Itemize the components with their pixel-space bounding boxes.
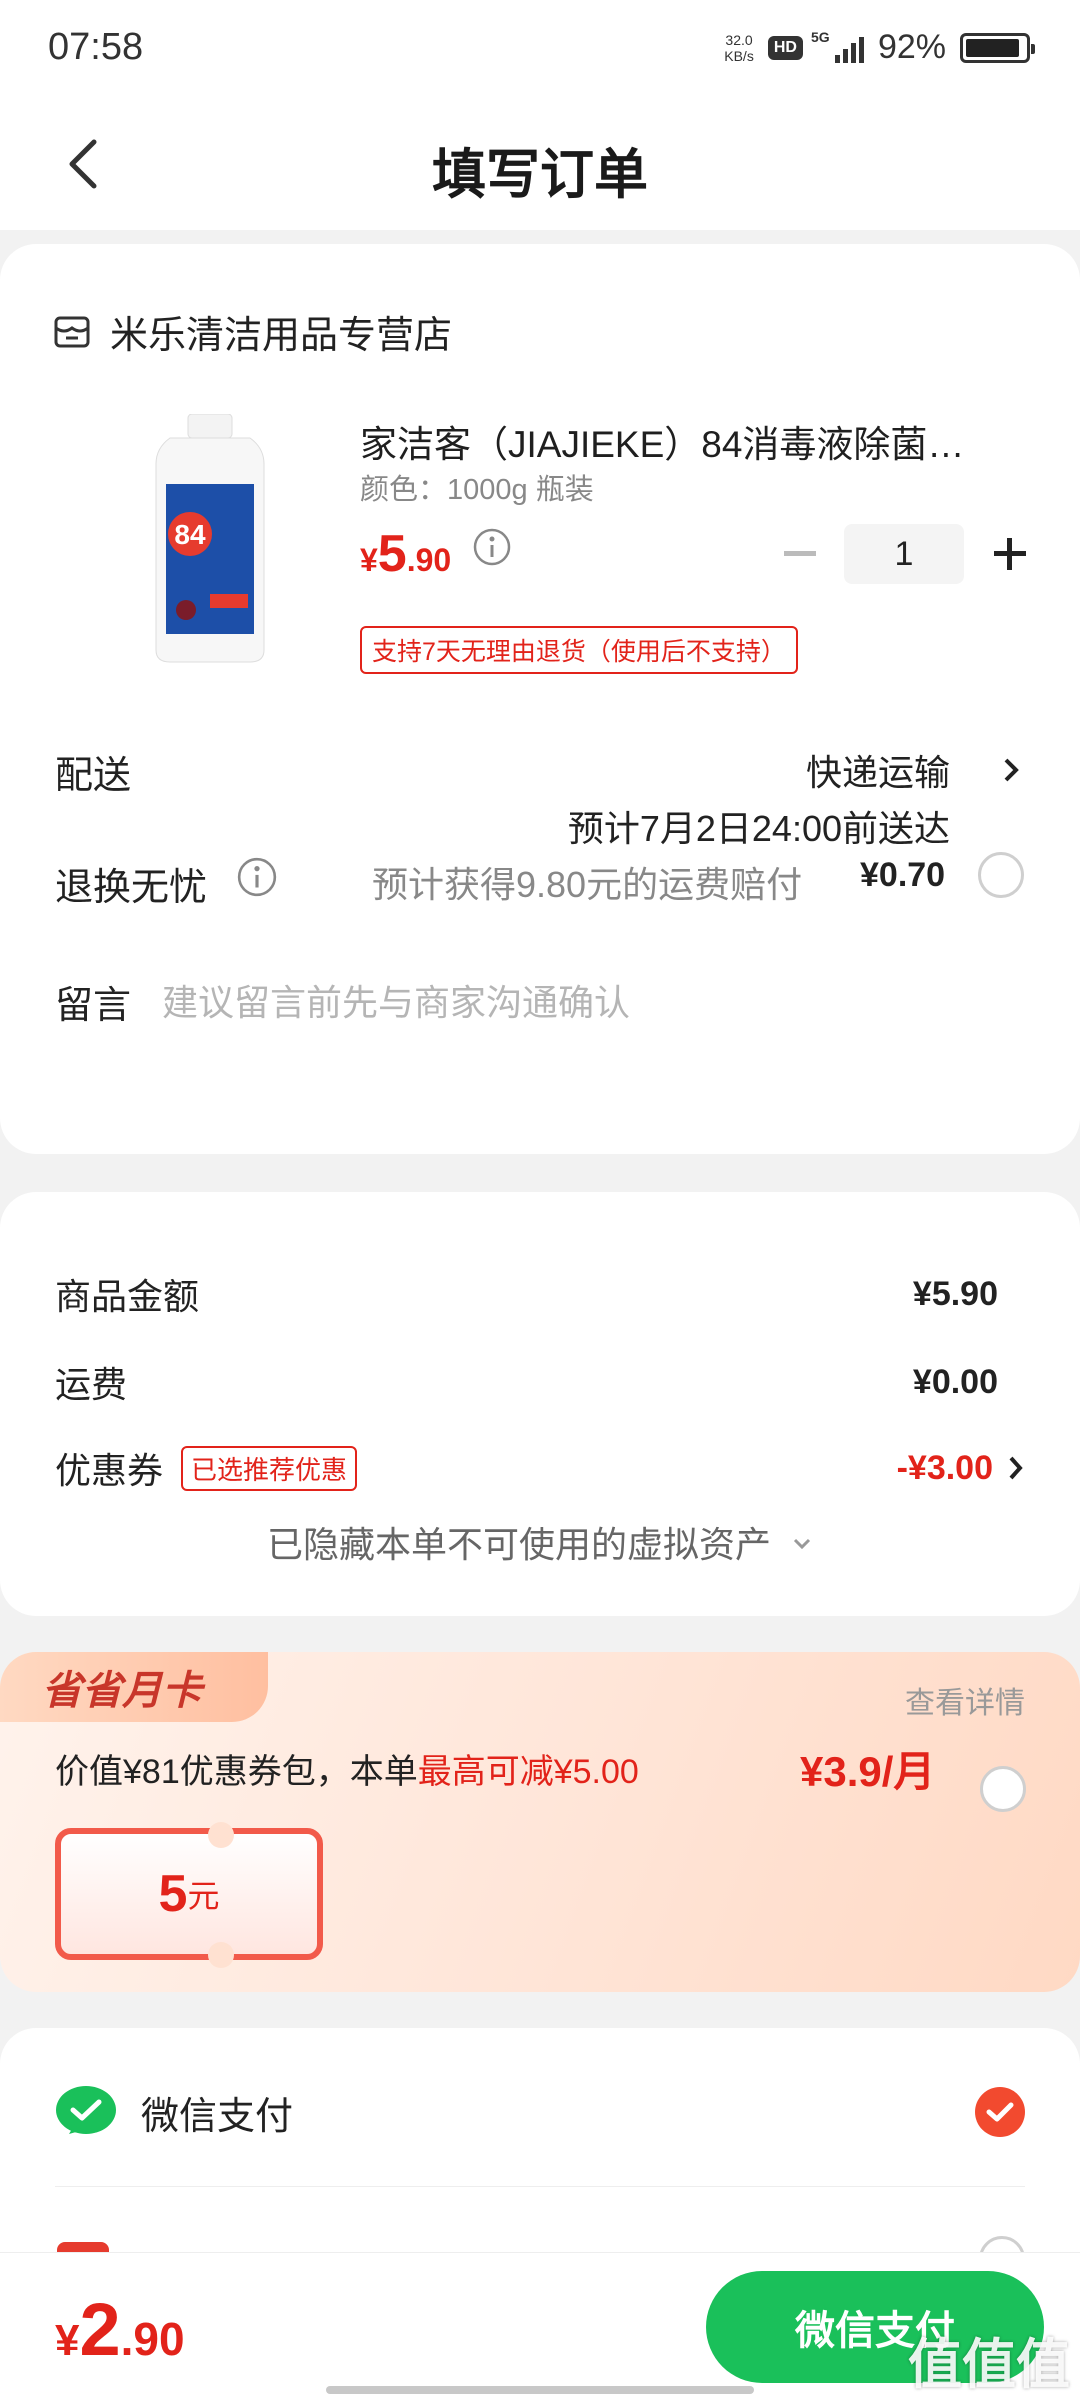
delivery-method[interactable]: 快递运输	[806, 744, 950, 796]
wechat-pay-label: 微信支付	[141, 2095, 294, 2138]
hidden-assets-text: 已隐藏本单不可使用的虚拟资产	[266, 1524, 771, 1565]
worry-free-radio[interactable]	[978, 852, 1024, 898]
coupon-badge: 已选推荐优惠	[181, 1445, 358, 1491]
worry-free-info-icon[interactable]	[236, 856, 278, 898]
hd-icon: HD	[767, 35, 803, 60]
monthly-card-promo: 省省月卡 查看详情 价值¥81优惠券包，本单最高可减¥5.00 ¥3.9/月 5…	[0, 1652, 1080, 1992]
message-label: 留言	[55, 985, 132, 1027]
product-spec: 颜色：1000g 瓶装	[360, 474, 594, 506]
hidden-assets-toggle[interactable]: 已隐藏本单不可使用的虚拟资产	[0, 1516, 1080, 1568]
coupon-ticket: 5元	[55, 1828, 323, 1960]
delivery-label: 配送	[55, 755, 132, 797]
worry-free-price: ¥0.70	[860, 856, 946, 894]
worry-free-text: 预计获得9.80元的运费赔付	[372, 864, 803, 905]
header: 填写订单	[0, 100, 1080, 230]
shipping-label: 运费	[55, 1364, 128, 1405]
coupon-value: -¥3.00	[896, 1448, 993, 1487]
goods-amount-label: 商品金额	[55, 1276, 200, 1317]
quantity-stepper: 1	[780, 524, 1032, 584]
chevron-right-icon[interactable]	[1000, 752, 1022, 788]
status-bar: 07:58 32.0 KB/s HD 5G 92%	[0, 0, 1080, 100]
order-card: 米乐清洁用品专营店 84 家洁客（JIAJIEKE）84消毒液除菌… 颜色：10…	[0, 244, 1080, 1154]
goods-amount-value: ¥5.90	[912, 1274, 998, 1313]
monthly-card-tag: 省省月卡	[0, 1652, 268, 1722]
status-icons: 32.0 KB/s HD 5G 92%	[724, 28, 1035, 67]
chevron-right-icon	[1009, 1456, 1023, 1480]
shipping-row: 运费 ¥0.00	[55, 1356, 998, 1408]
quantity-value[interactable]: 1	[844, 524, 964, 584]
return-policy-badge: 支持7天无理由退货（使用后不支持）	[360, 626, 798, 674]
monthly-card-radio[interactable]	[980, 1766, 1026, 1812]
view-details-link[interactable]: 查看详情	[905, 1678, 1025, 1722]
store-row[interactable]: 米乐清洁用品专营店	[52, 304, 452, 359]
payment-card: 微信支付 招商银行	[0, 2028, 1080, 2288]
store-icon	[54, 316, 90, 347]
selected-check-icon[interactable]	[975, 2087, 1025, 2137]
decrease-button[interactable]	[780, 534, 820, 574]
signal-icon: 5G	[811, 29, 864, 63]
coupon-row[interactable]: 优惠券 已选推荐优惠 -¥3.00	[55, 1442, 1025, 1494]
coupon-label: 优惠券	[55, 1450, 164, 1491]
summary-card: 商品金额 ¥5.90 运费 ¥0.00 优惠券 已选推荐优惠 -¥3.00 已隐…	[0, 1192, 1080, 1616]
monthly-card-price: ¥3.9/月	[800, 1748, 936, 1795]
monthly-card-description: 价值¥81优惠券包，本单最高可减¥5.00	[55, 1753, 639, 1791]
page-title: 填写订单	[432, 145, 648, 205]
chevron-down-icon	[793, 1538, 811, 1550]
svg-text:84: 84	[174, 519, 206, 550]
status-time: 07:58	[48, 26, 144, 68]
wechat-pay-icon	[56, 2086, 116, 2134]
payment-option-wechat[interactable]: 微信支付	[55, 2084, 1025, 2140]
increase-button[interactable]	[988, 532, 1032, 576]
order-total: ¥2.90	[55, 2288, 185, 2371]
worry-free-label: 退换无忧	[55, 867, 208, 909]
delivery-estimate: 预计7月2日24:00前送达	[567, 808, 950, 849]
network-speed: 32.0 KB/s	[724, 31, 754, 64]
store-name: 米乐清洁用品专营店	[110, 315, 453, 357]
shipping-value: ¥0.00	[912, 1362, 998, 1401]
message-input[interactable]: 建议留言前先与商家沟通确认	[162, 974, 630, 1026]
product-title[interactable]: 家洁客（JIAJIEKE）84消毒液除菌…	[360, 414, 1020, 468]
plus-icon	[994, 538, 1026, 570]
goods-amount-row: 商品金额 ¥5.90	[55, 1268, 998, 1320]
battery-icon	[960, 32, 1035, 63]
price-info-icon[interactable]	[472, 527, 512, 567]
home-indicator[interactable]	[326, 2386, 754, 2394]
battery-percent: 92%	[877, 28, 946, 66]
product-price: ¥5.90	[360, 524, 512, 584]
watermark-logo: 值值值	[908, 2335, 1070, 2395]
product-image[interactable]: 84	[140, 414, 280, 664]
